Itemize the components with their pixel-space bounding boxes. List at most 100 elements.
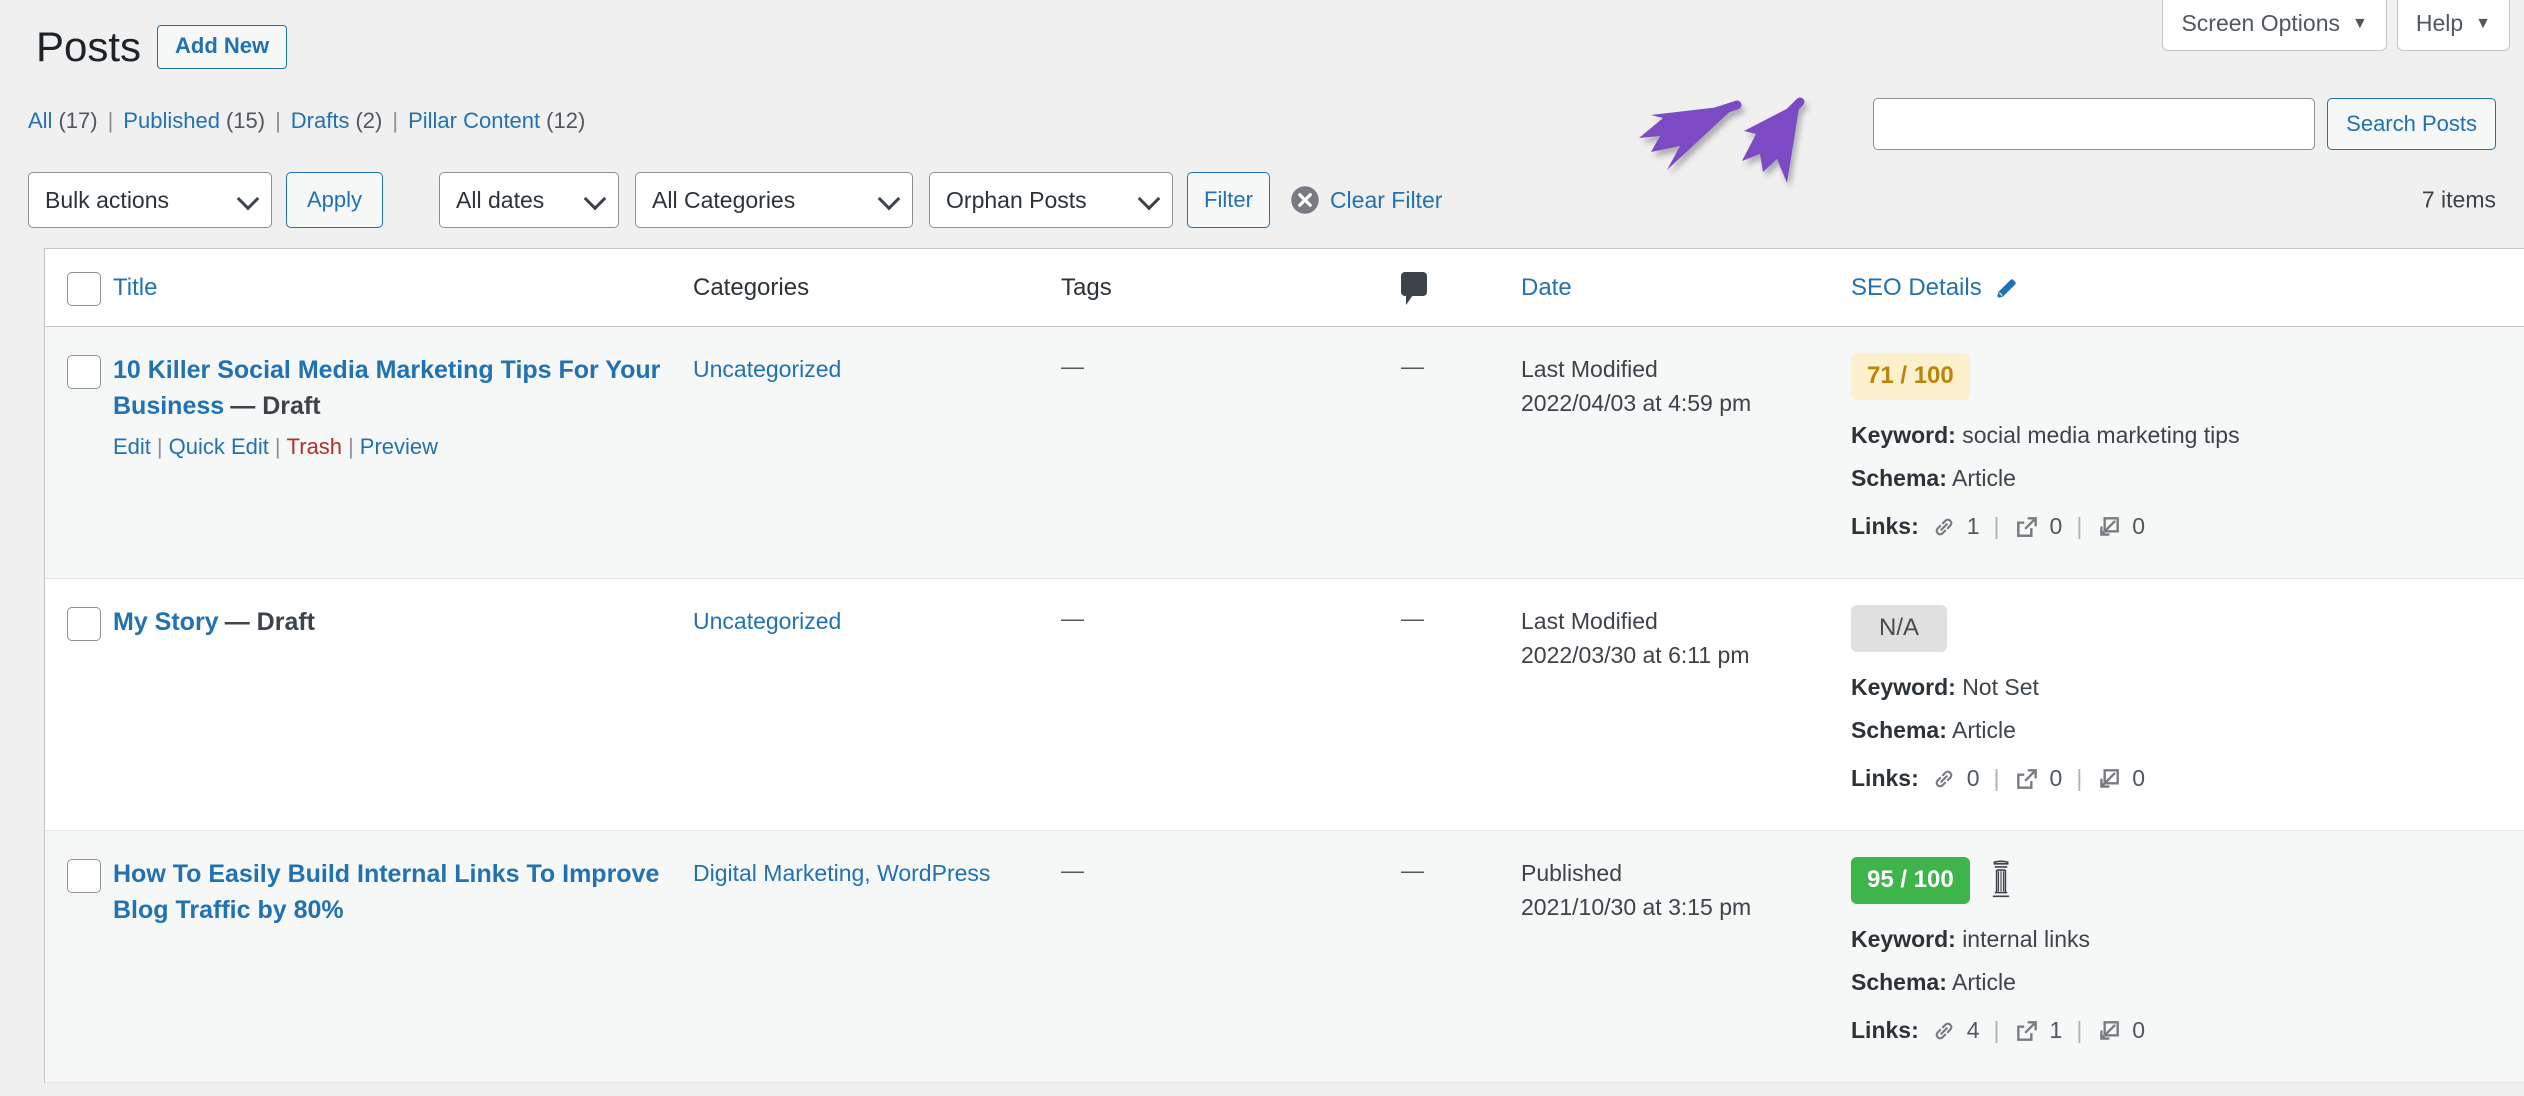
status-count-published: (15) <box>225 108 266 133</box>
search-posts-button[interactable]: Search Posts <box>2327 98 2496 150</box>
category-filter-select[interactable]: All Categories <box>635 172 914 228</box>
row-actions: Edit | Quick Edit | Trash | Preview <box>113 434 439 459</box>
column-header-date[interactable]: Date <box>1521 274 1851 302</box>
seo-schema-value: Article <box>1952 465 2016 492</box>
seo-score-badge: 95 / 100 <box>1851 857 1970 904</box>
column-header-title[interactable]: Title <box>113 274 693 302</box>
seo-schema-value: Article <box>1952 717 2016 744</box>
column-header-title-label[interactable]: Title <box>113 274 157 301</box>
row-checkbox[interactable] <box>67 355 101 389</box>
seo-score-badge: N/A <box>1851 605 1947 652</box>
seo-schema: Schema: Article <box>1851 965 2524 1001</box>
category-link[interactable]: Uncategorized <box>693 608 841 634</box>
seo-keyword-label: Keyword: <box>1851 925 1956 952</box>
row-title-cell: My Story — Draft <box>113 605 693 830</box>
date-filter-select[interactable]: All dates <box>439 172 620 228</box>
seo-schema-label: Schema: <box>1851 969 1947 996</box>
column-header-categories: Categories <box>693 273 810 301</box>
seo-score-line: N/A <box>1851 605 2524 652</box>
select-all-checkbox[interactable] <box>67 271 101 306</box>
post-title-link[interactable]: 10 Killer Social Media Marketing Tips Fo… <box>113 356 660 420</box>
comment-bubble-icon <box>1401 272 1427 305</box>
table-nav-top: Bulk actions Apply All dates All Categor… <box>28 172 2496 228</box>
clear-filter-label: Clear Filter <box>1329 186 1443 213</box>
seo-schema-value: Article <box>1952 969 2016 996</box>
date-status: Last Modified <box>1521 356 1658 382</box>
seo-score-line: 71 / 100 <box>1851 353 2524 400</box>
chevron-down-icon: ▼ <box>2352 14 2368 32</box>
page-title: Posts <box>36 23 142 70</box>
chevron-down-icon <box>1137 187 1161 211</box>
help-button[interactable]: Help ▼ <box>2396 0 2510 51</box>
table-row: My Story — Draft Uncategorized — — Last … <box>45 579 2524 831</box>
comments-value: — <box>1401 605 1424 631</box>
date-value: 2022/04/03 at 4:59 pm <box>1521 389 1752 416</box>
screen-options-button[interactable]: Screen Options ▼ <box>2162 0 2387 51</box>
row-action-quick-edit[interactable]: Quick Edit <box>169 434 269 459</box>
status-count-all: (17) <box>58 108 98 133</box>
date-value: 2021/10/30 at 3:15 pm <box>1521 893 1752 920</box>
row-comments-cell: — <box>1401 605 1521 830</box>
bulk-actions-value: Bulk actions <box>45 186 170 213</box>
seo-links-label: Links: <box>1851 765 1919 792</box>
status-link-pillar-wrap: Pillar Content (12) <box>408 108 585 134</box>
chevron-down-icon: ▼ <box>2475 14 2491 32</box>
post-status-label: — Draft <box>224 608 316 636</box>
seo-keyword: Keyword: social media marketing tips <box>1851 418 2524 454</box>
help-label: Help <box>2415 10 2464 36</box>
tags-value: — <box>1061 605 1084 631</box>
row-checkbox[interactable] <box>67 607 101 641</box>
row-action-edit[interactable]: Edit <box>113 434 151 459</box>
status-link-all-wrap: All (17) <box>28 108 98 134</box>
category-link[interactable]: Uncategorized <box>693 356 841 382</box>
post-title-link[interactable]: How To Easily Build Internal Links To Im… <box>113 860 659 924</box>
external-link-icon <box>2016 1020 2037 1041</box>
clear-filter-link[interactable]: Clear Filter <box>1290 185 1442 215</box>
posts-table: Title Categories Tags Date SEO Details 1… <box>44 248 2524 1083</box>
row-title-cell: 10 Killer Social Media Marketing Tips Fo… <box>113 353 693 578</box>
tags-value: — <box>1061 857 1084 883</box>
seo-schema: Schema: Article <box>1851 461 2524 497</box>
annotation-arrow-2 <box>1742 97 1805 183</box>
status-link-drafts[interactable]: Drafts <box>291 108 350 133</box>
chevron-down-icon <box>236 187 260 211</box>
row-tags-cell: — <box>1061 857 1401 1082</box>
seo-keyword-label: Keyword: <box>1851 673 1956 700</box>
filter-button[interactable]: Filter <box>1187 172 1270 228</box>
category-link[interactable]: Digital Marketing, WordPress <box>693 860 990 886</box>
search-input[interactable] <box>1873 98 2316 150</box>
row-seo-cell: N/A Keyword: Not Set Schema: Article Lin… <box>1851 605 2524 830</box>
column-header-date-label[interactable]: Date <box>1521 274 1572 301</box>
tags-value: — <box>1061 353 1084 379</box>
category-filter-value: All Categories <box>652 186 796 213</box>
row-action-trash[interactable]: Trash <box>287 434 342 459</box>
post-title-link[interactable]: My Story <box>113 608 219 636</box>
row-date-cell: Last Modified 2022/03/30 at 6:11 pm <box>1521 605 1851 830</box>
pencil-icon[interactable] <box>1994 275 2020 301</box>
apply-button[interactable]: Apply <box>286 172 384 228</box>
row-tags-cell: — <box>1061 353 1401 578</box>
row-tags-cell: — <box>1061 605 1401 830</box>
status-link-published[interactable]: Published <box>123 108 220 133</box>
row-categories-cell: Uncategorized <box>693 353 1061 578</box>
seo-links-label: Links: <box>1851 513 1919 540</box>
status-separator: | <box>392 108 399 133</box>
row-checkbox[interactable] <box>67 859 101 893</box>
bulk-actions-select[interactable]: Bulk actions <box>28 172 272 228</box>
row-select-cell <box>45 605 113 830</box>
status-link-all[interactable]: All <box>28 108 52 133</box>
status-link-pillar-content[interactable]: Pillar Content <box>408 108 540 133</box>
status-link-published-wrap: Published (15) <box>123 108 265 134</box>
screen-meta-bar: Screen Options ▼ Help ▼ <box>2162 0 2510 51</box>
orphan-posts-select[interactable]: Orphan Posts <box>929 172 1174 228</box>
column-header-seo-details-label[interactable]: SEO Details <box>1851 274 1982 302</box>
status-count-pillar-content: (12) <box>546 108 586 133</box>
items-count: 7 items <box>2421 186 2496 213</box>
page-header: Posts Add New <box>36 23 288 70</box>
row-action-preview[interactable]: Preview <box>360 434 438 459</box>
add-new-button[interactable]: Add New <box>157 24 288 70</box>
column-header-tags: Tags <box>1061 273 1112 301</box>
external-link-icon <box>2016 768 2037 789</box>
date-filter-value: All dates <box>456 186 545 213</box>
comments-value: — <box>1401 857 1424 883</box>
